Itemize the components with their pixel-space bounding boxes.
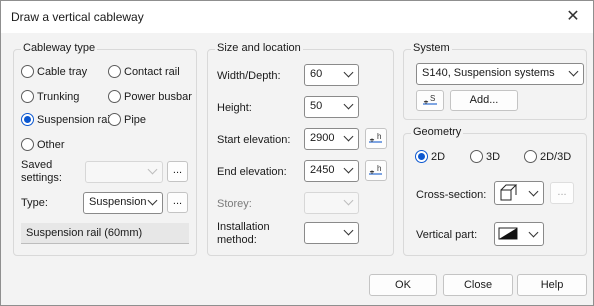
size-location-title: Size and location xyxy=(215,42,303,54)
width-select[interactable]: 60 xyxy=(304,64,359,86)
radio-label: 2D/3D xyxy=(540,150,572,163)
start-elevation-select[interactable]: 2900 xyxy=(304,128,359,150)
elevation-pick-icon: h xyxy=(369,132,382,143)
pick-system-button[interactable]: S xyxy=(416,90,444,111)
radio-label: Power busbar xyxy=(124,90,192,103)
cross-section-select[interactable] xyxy=(494,181,544,205)
chevron-down-icon xyxy=(345,165,353,173)
width-label: Width/Depth: xyxy=(217,70,281,82)
radio-label: Contact rail xyxy=(124,65,180,78)
system-pick-icon: S xyxy=(423,94,437,105)
window-title: Draw a vertical cableway xyxy=(11,10,144,24)
saved-settings-more-button[interactable]: ... xyxy=(167,161,188,182)
pick-end-elevation-button[interactable]: h xyxy=(365,160,387,181)
radio-contact-rail[interactable]: Contact rail xyxy=(108,65,180,78)
chevron-down-icon xyxy=(345,227,353,235)
saved-settings-select xyxy=(85,161,163,183)
chevron-down-icon xyxy=(149,197,157,205)
radio-label: 3D xyxy=(486,150,501,163)
radio-label: 2D xyxy=(431,150,446,163)
pick-start-elevation-button[interactable]: h xyxy=(365,128,387,149)
radio-other[interactable]: Other xyxy=(21,138,65,151)
chevron-down-icon xyxy=(149,166,157,174)
chevron-down-icon xyxy=(345,133,353,141)
system-select[interactable]: S140, Suspension systems xyxy=(416,63,584,85)
radio-label: Trunking xyxy=(37,90,80,103)
cableway-info-text: Suspension rail (60mm) xyxy=(21,223,189,244)
geometry-title: Geometry xyxy=(411,126,464,138)
radio-trunking[interactable]: Trunking xyxy=(21,90,79,103)
radio-indicator xyxy=(108,90,121,103)
title-bar: Draw a vertical cableway ✕ xyxy=(1,1,593,33)
radio-indicator xyxy=(21,138,34,151)
vertical-part-label: Vertical part: xyxy=(416,229,478,241)
height-label: Height: xyxy=(217,102,252,114)
radio-label: Other xyxy=(37,138,65,151)
end-elevation-select[interactable]: 2450 xyxy=(304,160,359,182)
vertical-part-select[interactable] xyxy=(494,222,544,246)
elevation-icon-letter: h xyxy=(377,132,381,141)
radio-indicator xyxy=(21,65,34,78)
radio-2d3d[interactable]: 2D/3D xyxy=(524,150,571,163)
chevron-down-icon xyxy=(345,69,353,77)
radio-2d[interactable]: 2D xyxy=(415,150,445,163)
radio-3d[interactable]: 3D xyxy=(470,150,500,163)
chevron-down-icon xyxy=(345,101,353,109)
installation-method-select[interactable] xyxy=(304,222,359,244)
installation-method-label: Installation method: xyxy=(217,221,270,246)
elevation-pick-icon: h xyxy=(369,164,382,175)
radio-pipe[interactable]: Pipe xyxy=(108,113,146,126)
type-select[interactable]: Suspension xyxy=(83,192,163,214)
radio-indicator xyxy=(108,65,121,78)
radio-indicator xyxy=(415,150,428,163)
elevation-icon-letter: h xyxy=(377,164,381,173)
storey-label: Storey: xyxy=(217,198,252,210)
chevron-down-icon xyxy=(530,188,538,196)
chevron-down-icon xyxy=(530,229,538,237)
storey-select xyxy=(304,192,359,214)
cross-section-more-button: ... xyxy=(550,182,574,204)
system-icon-letter: S xyxy=(430,94,435,103)
end-elevation-label: End elevation: xyxy=(217,166,287,178)
radio-indicator xyxy=(108,113,121,126)
system-title: System xyxy=(411,42,452,54)
radio-label: Cable tray xyxy=(37,65,88,78)
cross-section-label: Cross-section: xyxy=(416,189,487,201)
start-elevation-label: Start elevation: xyxy=(217,134,291,146)
add-system-button[interactable]: Add... xyxy=(450,90,518,111)
radio-label: Pipe xyxy=(124,113,147,126)
radio-indicator xyxy=(524,150,537,163)
close-icon[interactable]: ✕ xyxy=(561,5,585,29)
radio-suspension-rail[interactable]: Suspension rail xyxy=(21,113,112,126)
help-button[interactable]: Help xyxy=(517,274,587,296)
type-label: Type: xyxy=(21,197,48,209)
vertical-part-icon xyxy=(498,227,518,240)
ok-button[interactable]: OK xyxy=(369,274,437,296)
radio-indicator xyxy=(21,90,34,103)
chevron-down-icon xyxy=(345,197,353,205)
chevron-down-icon xyxy=(570,68,578,76)
radio-cable-tray[interactable]: Cable tray xyxy=(21,65,87,78)
saved-settings-label: Saved settings: xyxy=(21,159,62,184)
dialog-window: Draw a vertical cableway ✕ Cableway type… xyxy=(0,0,594,306)
radio-indicator xyxy=(21,113,34,126)
cableway-type-title: Cableway type xyxy=(21,42,98,54)
height-select[interactable]: 50 xyxy=(304,96,359,118)
type-more-button[interactable]: ... xyxy=(167,192,188,213)
close-button[interactable]: Close xyxy=(443,274,513,296)
radio-indicator xyxy=(470,150,483,163)
cross-section-icon xyxy=(500,184,518,201)
radio-power-busbar[interactable]: Power busbar xyxy=(108,90,192,103)
radio-label: Suspension rail xyxy=(37,113,113,126)
